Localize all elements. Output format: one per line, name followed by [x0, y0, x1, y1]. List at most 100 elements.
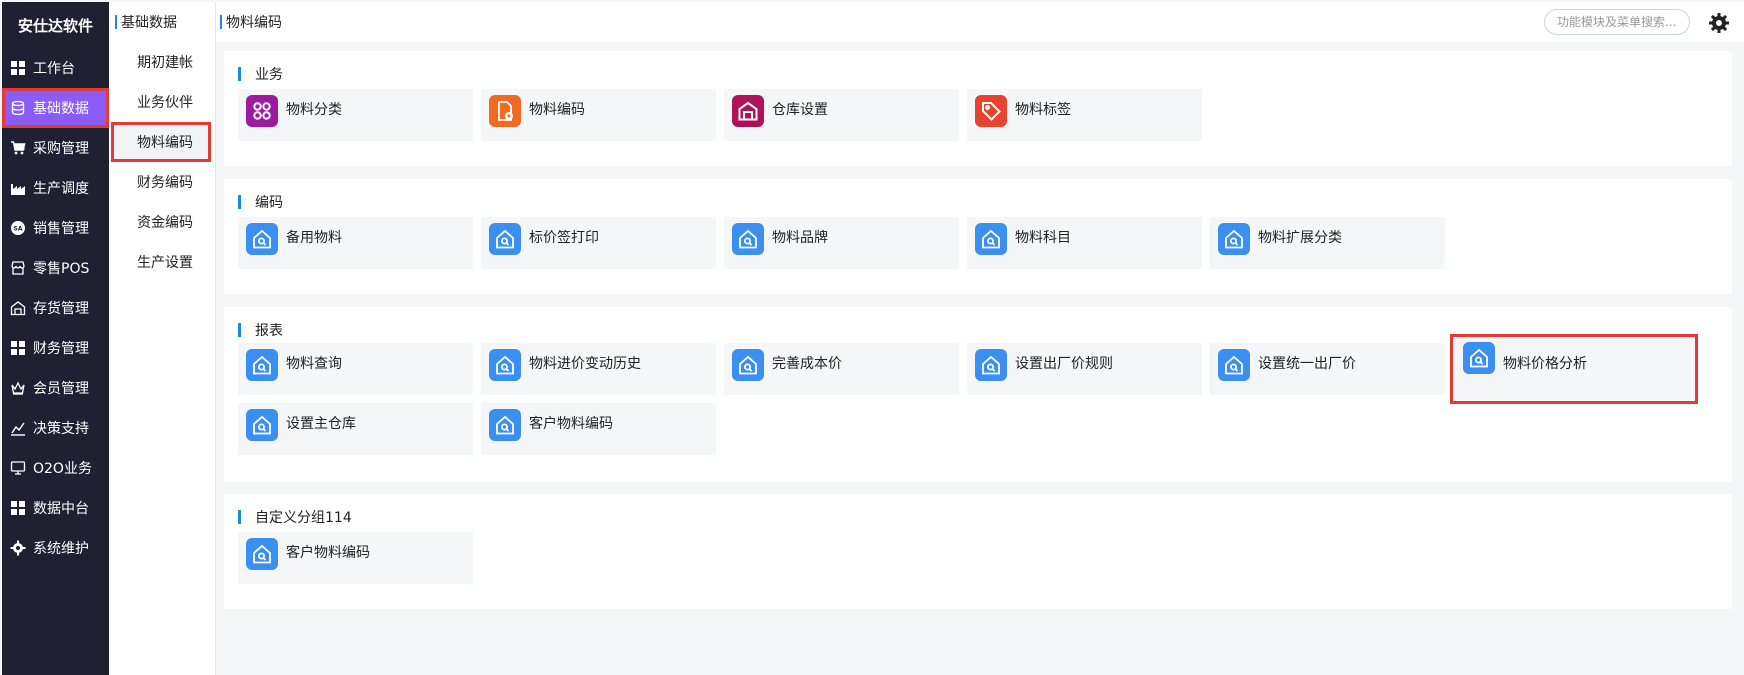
sidebar-item-label: 工作台: [33, 61, 75, 77]
sidebar-item-label: 存货管理: [33, 301, 89, 317]
tile-price-tag-print[interactable]: 标价签打印: [481, 217, 716, 269]
group-business: 业务 物料分类 物料编码 仓库设置 物料标签: [224, 51, 1732, 166]
tag-icon: [975, 95, 1007, 127]
tile-material-tag[interactable]: 物料标签: [967, 89, 1202, 141]
main-sidebar: 安仕达软件 工作台 基础数据 采购管理 生产调度 SA 销售管理 零售POS 存…: [2, 2, 109, 675]
tile-label: 物料品牌: [772, 230, 828, 246]
tile-label: 物料分类: [286, 102, 342, 118]
sidebar-item-finance[interactable]: 财务管理: [2, 328, 109, 368]
tile-unified-factory-price[interactable]: 设置统一出厂价: [1210, 343, 1445, 395]
grid-icon: [10, 60, 26, 76]
top-bar: 物料编码: [216, 2, 1744, 42]
group-coding: 编码 备用物料 标价签打印 物料品牌 物料科目 物料扩展分类: [224, 179, 1732, 294]
tile-spare-material[interactable]: 备用物料: [238, 217, 473, 269]
svg-text:SA: SA: [14, 226, 23, 233]
category-icon: [246, 95, 278, 127]
tile-label: 设置主仓库: [286, 416, 356, 432]
tile-material-brand[interactable]: 物料品牌: [724, 217, 959, 269]
chart-icon: [10, 420, 26, 436]
tile-label: 设置统一出厂价: [1258, 356, 1356, 372]
sidebar-item-members[interactable]: 会员管理: [2, 368, 109, 408]
sidebar-item-retail-pos[interactable]: 零售POS: [2, 248, 109, 288]
cart-icon: [10, 140, 26, 156]
tile-label: 物料科目: [1015, 230, 1071, 246]
sidebar-item-label: 零售POS: [33, 261, 90, 277]
app-brand: 安仕达软件: [17, 16, 93, 35]
sidebar-item-o2o[interactable]: O2O业务: [2, 448, 109, 488]
sidebar-item-workbench[interactable]: 工作台: [2, 48, 109, 88]
tile-set-main-warehouse[interactable]: 设置主仓库: [238, 403, 473, 455]
sidebar-item-label: 采购管理: [33, 141, 89, 157]
tile-label: 客户物料编码: [286, 545, 370, 561]
tile-customer-material-code[interactable]: 客户物料编码: [481, 403, 716, 455]
tile-label: 物料标签: [1015, 102, 1071, 118]
tile-material-price-analysis[interactable]: 物料价格分析: [1450, 334, 1698, 404]
sidebar-item-label: 数据中台: [33, 501, 89, 517]
house-search-icon: [732, 349, 764, 381]
house-search-icon: [246, 223, 278, 255]
group-custom-114: 自定义分组114 客户物料编码: [224, 494, 1732, 609]
tile-purchase-price-history[interactable]: 物料进价变动历史: [481, 343, 716, 395]
house-search-icon: [732, 223, 764, 255]
sidebar-item-production[interactable]: 生产调度: [2, 168, 109, 208]
tile-material-code[interactable]: 物料编码: [481, 89, 716, 141]
tile-label: 物料编码: [529, 102, 585, 118]
monitor-icon: [10, 460, 26, 476]
house-search-icon: [489, 223, 521, 255]
tile-label: 完善成本价: [772, 356, 842, 372]
sidebar-item-inventory[interactable]: 存货管理: [2, 288, 109, 328]
crown-icon: [10, 380, 26, 396]
tile-label: 仓库设置: [772, 102, 828, 118]
group-title: 业务: [238, 64, 283, 84]
sidebar-item-label: 会员管理: [33, 381, 89, 397]
sidebar-item-basic-data[interactable]: 基础数据: [2, 88, 109, 128]
settings-gear-icon[interactable]: [1708, 12, 1730, 34]
group-reports: 报表 物料查询 物料进价变动历史 完善成本价 设置出厂价规则 设置统一出厂价 物…: [224, 307, 1732, 482]
tile-label: 标价签打印: [529, 230, 599, 246]
sub-menu-item-finance-code[interactable]: 财务编码: [109, 162, 215, 202]
tile-warehouse-settings[interactable]: 仓库设置: [724, 89, 959, 141]
database-icon: [10, 100, 26, 116]
tile-material-ext-category[interactable]: 物料扩展分类: [1210, 217, 1445, 269]
sidebar-item-data-center[interactable]: 数据中台: [2, 488, 109, 528]
tile-customer-material-code[interactable]: 客户物料编码: [238, 532, 473, 584]
sub-menu-item-fund-code[interactable]: 资金编码: [109, 202, 215, 242]
tile-label: 备用物料: [286, 230, 342, 246]
tile-material-subject[interactable]: 物料科目: [967, 217, 1202, 269]
sub-menu-item-production-settings[interactable]: 生产设置: [109, 242, 215, 282]
tile-factory-price-rules[interactable]: 设置出厂价规则: [967, 343, 1202, 395]
sub-menu-panel: 基础数据 期初建帐 业务伙伴 物料编码 财务编码 资金编码 生产设置: [109, 2, 216, 675]
house-search-icon: [975, 223, 1007, 255]
sidebar-item-sales[interactable]: SA 销售管理: [2, 208, 109, 248]
sidebar-item-system[interactable]: 系统维护: [2, 528, 109, 568]
tile-material-category[interactable]: 物料分类: [238, 89, 473, 141]
tile-label: 设置出厂价规则: [1015, 356, 1113, 372]
sub-menu-item-material-code[interactable]: 物料编码: [111, 122, 211, 162]
sidebar-item-label: 销售管理: [33, 221, 89, 237]
factory-icon: [10, 180, 26, 196]
sub-menu-title: 基础数据: [109, 2, 215, 42]
warehouse-icon: [732, 95, 764, 127]
gear-icon: [10, 540, 26, 556]
tile-material-query[interactable]: 物料查询: [238, 343, 473, 395]
warehouse-icon: [10, 300, 26, 316]
sidebar-item-decision[interactable]: 决策支持: [2, 408, 109, 448]
sidebar-item-purchase[interactable]: 采购管理: [2, 128, 109, 168]
breadcrumb: 物料编码: [220, 12, 282, 32]
sale-icon: SA: [10, 220, 26, 236]
tile-complete-cost-price[interactable]: 完善成本价: [724, 343, 959, 395]
house-search-icon: [975, 349, 1007, 381]
house-search-icon: [246, 538, 278, 570]
sub-menu-item-opening[interactable]: 期初建帐: [109, 42, 215, 82]
group-title: 自定义分组114: [238, 507, 352, 527]
grid-icon: [10, 500, 26, 516]
house-search-icon: [489, 349, 521, 381]
house-search-icon: [1218, 223, 1250, 255]
sub-menu-item-partners[interactable]: 业务伙伴: [109, 82, 215, 122]
house-search-icon: [1218, 349, 1250, 381]
sidebar-item-label: 决策支持: [33, 421, 89, 437]
search-input[interactable]: [1544, 9, 1690, 35]
group-title: 报表: [238, 320, 283, 340]
store-icon: [10, 260, 26, 276]
sidebar-item-label: 基础数据: [33, 101, 89, 117]
